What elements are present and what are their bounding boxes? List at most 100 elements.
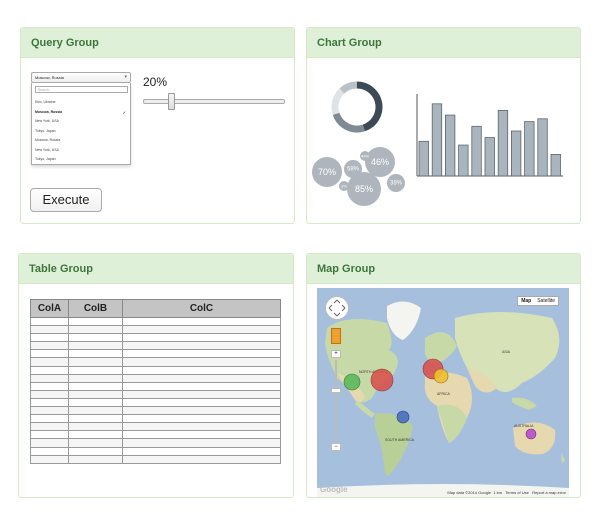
table-cell[interactable]	[30, 333, 69, 343]
terms-link[interactable]: Terms of Use	[505, 490, 529, 495]
table-cell[interactable]	[122, 373, 281, 383]
table-cell[interactable]	[68, 397, 123, 408]
table-cell[interactable]	[68, 333, 123, 343]
dropdown-option[interactable]: New York, USA	[35, 148, 128, 156]
table-row[interactable]	[30, 438, 281, 448]
table-cell[interactable]	[68, 381, 123, 391]
table-cell[interactable]	[30, 373, 69, 383]
table-row[interactable]	[30, 341, 281, 351]
table-cell[interactable]	[122, 438, 281, 448]
table-cell[interactable]	[122, 422, 281, 432]
col-header-a[interactable]: ColA	[30, 299, 69, 318]
table-row[interactable]	[30, 430, 281, 440]
map-pan-control[interactable]	[325, 296, 349, 320]
table-row[interactable]	[30, 349, 281, 359]
table-cell[interactable]	[68, 406, 123, 416]
table-cell[interactable]	[30, 454, 69, 464]
table-row[interactable]	[30, 406, 281, 416]
table-cell[interactable]	[68, 414, 123, 424]
dropdown-option[interactable]: Moscow, Russia	[35, 138, 128, 146]
table-cell[interactable]	[30, 325, 69, 335]
table-row[interactable]	[30, 381, 281, 391]
marker-south-america-blue[interactable]	[396, 410, 410, 424]
table-cell[interactable]	[122, 333, 281, 343]
table-cell[interactable]	[68, 341, 123, 351]
table-cell[interactable]	[122, 454, 281, 464]
report-error-link[interactable]: Report a map error	[532, 490, 566, 495]
google-logo[interactable]: Google	[320, 485, 348, 494]
table-cell[interactable]	[122, 414, 281, 424]
table-cell[interactable]	[122, 446, 281, 456]
table-cell[interactable]	[122, 357, 281, 367]
table-cell[interactable]	[122, 406, 281, 416]
zoom-slider-handle[interactable]	[331, 388, 341, 393]
table-cell[interactable]	[122, 325, 281, 335]
table-cell[interactable]	[68, 422, 123, 432]
table-row[interactable]	[30, 422, 281, 432]
table-row[interactable]	[30, 325, 281, 335]
table-cell[interactable]	[30, 341, 69, 351]
table-row[interactable]	[30, 373, 281, 383]
marker-europe-yellow[interactable]	[433, 368, 449, 384]
street-view-pegman-icon[interactable]	[331, 328, 341, 344]
table-cell[interactable]	[30, 365, 69, 375]
execute-button[interactable]: Execute	[30, 188, 102, 212]
table-cell[interactable]	[30, 406, 69, 416]
dropdown-option[interactable]: Tokyo, Japan	[35, 157, 128, 165]
table-cell[interactable]	[30, 397, 69, 408]
table-cell[interactable]	[122, 316, 281, 327]
chevron-down-icon[interactable]: ▾	[124, 74, 127, 80]
marker-north-america-large[interactable]	[370, 368, 394, 392]
dropdown-search-input[interactable]: Search...	[35, 86, 128, 93]
map-type-satellite[interactable]: Satellite	[534, 297, 558, 305]
dropdown-option[interactable]: New York, USA	[35, 119, 128, 127]
table-row[interactable]	[30, 316, 281, 327]
table-cell[interactable]	[30, 389, 69, 399]
dropdown-option[interactable]: Moscow, Russia ✓	[35, 110, 128, 118]
table-cell[interactable]	[68, 349, 123, 359]
table-row[interactable]	[30, 333, 281, 343]
table-row[interactable]	[30, 389, 281, 399]
table-cell[interactable]	[30, 349, 69, 359]
table-cell[interactable]	[68, 373, 123, 383]
dropdown-option[interactable]: Tokyo, Japan	[35, 129, 128, 137]
table-cell[interactable]	[122, 430, 281, 440]
table-cell[interactable]	[122, 349, 281, 359]
table-cell[interactable]	[68, 389, 123, 399]
slider-handle[interactable]	[168, 93, 175, 110]
table-cell[interactable]	[30, 381, 69, 391]
map-type-control[interactable]: Map Satellite	[517, 296, 559, 306]
world-map[interactable]: NORTH AMERICA AFRICA ASIA SOUTH AMERICA …	[317, 288, 569, 497]
zoom-out-button[interactable]: −	[331, 443, 341, 451]
table-cell[interactable]	[30, 446, 69, 456]
table-row[interactable]	[30, 414, 281, 424]
table-cell[interactable]	[68, 430, 123, 440]
table-cell[interactable]	[68, 365, 123, 375]
table-cell[interactable]	[122, 397, 281, 408]
table-cell[interactable]	[68, 446, 123, 456]
location-select[interactable]: Moscow, Russia ▾	[31, 72, 131, 83]
table-row[interactable]	[30, 446, 281, 456]
table-cell[interactable]	[122, 381, 281, 391]
col-header-b[interactable]: ColB	[68, 299, 123, 318]
table-cell[interactable]	[122, 341, 281, 351]
table-cell[interactable]	[30, 422, 69, 432]
marker-north-america-green[interactable]	[343, 373, 361, 391]
table-cell[interactable]	[30, 316, 69, 327]
zoom-slider-track[interactable]	[335, 360, 337, 440]
col-header-c[interactable]: ColC	[122, 299, 281, 318]
table-cell[interactable]	[68, 316, 123, 327]
table-row[interactable]	[30, 397, 281, 408]
table-cell[interactable]	[68, 454, 123, 464]
percent-slider[interactable]	[143, 99, 285, 104]
table-cell[interactable]	[122, 389, 281, 399]
map-type-map[interactable]: Map	[518, 297, 534, 305]
table-cell[interactable]	[30, 430, 69, 440]
table-cell[interactable]	[68, 438, 123, 448]
table-cell[interactable]	[30, 414, 69, 424]
table-cell[interactable]	[30, 357, 69, 367]
table-row[interactable]	[30, 454, 281, 464]
table-cell[interactable]	[68, 325, 123, 335]
table-row[interactable]	[30, 357, 281, 367]
table-row[interactable]	[30, 365, 281, 375]
